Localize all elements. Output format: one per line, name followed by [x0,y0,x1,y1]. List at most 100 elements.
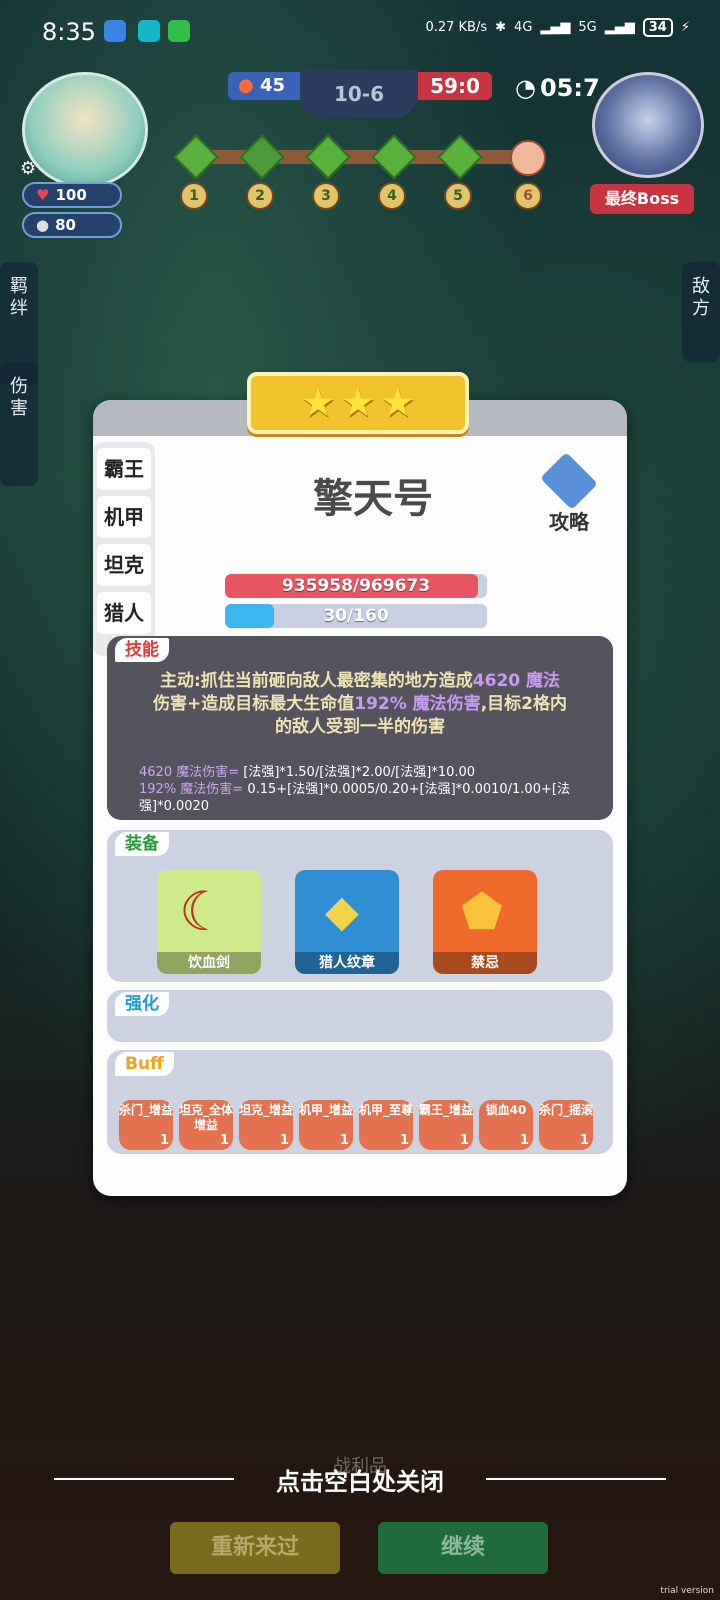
graduation-cap-icon [540,452,598,510]
buff-chip[interactable]: 机甲_增益 1 [299,1100,353,1150]
boss-avatar[interactable] [592,72,704,178]
stage-node-number: 5 [444,182,472,210]
skill-description: 主动:抓住当前砸向敌人最密集的地方造成4620 魔法 伤害+造成目标最大生命值1… [129,670,591,739]
enemy-score: 59:0 [418,72,492,100]
player-hp-value: 100 [55,186,87,204]
buff-chip[interactable]: 杀门_摇滚 1 [539,1100,593,1150]
skill-formula: 4620 魔法伤害= [法强]*1.50/[法强]*2.00/[法强]*10.0… [139,764,589,815]
battery-indicator: 34 [642,18,673,37]
hero-name: 擎天号 [313,476,433,522]
tab-trait-hunter[interactable]: 猎人 [97,592,151,634]
restart-button[interactable]: 重新来过 [170,1522,340,1574]
star-rating: ★ ★ ★ [247,372,469,434]
taptap-icon [138,20,160,42]
buff-count: 1 [579,1133,589,1148]
formula-label: 192% 魔法伤害= [139,782,244,797]
continue-button[interactable]: 继续 [378,1522,548,1574]
trait-tabs: 霸王 机甲 坦克 猎人 [93,442,155,656]
tab-trait-tank[interactable]: 坦克 [97,544,151,586]
buff-count: 1 [219,1133,229,1148]
buff-count: 1 [519,1133,529,1148]
buff-label: Buff [115,1052,174,1076]
enemy-side-tab[interactable]: 敌方 [682,262,720,362]
buff-name: 机甲_至尊 [359,1103,414,1117]
buff-chip[interactable]: 霸王_增益 1 [419,1100,473,1150]
buff-chip[interactable]: 锁血40 1 [479,1100,533,1150]
star-icon: ★ [300,380,337,426]
equipment-item[interactable]: ⬟ 禁忌 [433,870,537,974]
player-avatar[interactable] [22,72,148,188]
buff-chip[interactable]: 坦克_增益 1 [239,1100,293,1150]
buff-count: 1 [159,1133,169,1148]
buff-name: 霸王_增益 [419,1103,474,1117]
stage-node-number: 2 [246,182,274,210]
skill-label: 技能 [115,638,169,662]
final-boss-label: 最终Boss [590,184,694,214]
player-score-value: 45 [260,75,286,96]
buff-name: 锁血40 [485,1103,527,1117]
round-timer: ◔ 05:7 [515,74,600,102]
equipment-section: 装备 ☾ 饮血剑 ◆ 猎人纹章 ⬟ 禁忌 [107,830,613,982]
equipment-name: 猎人纹章 [295,952,399,974]
buff-count: 1 [399,1133,409,1148]
clock-icon: ◔ [515,74,536,102]
equipment-item[interactable]: ☾ 饮血剑 [157,870,261,974]
stage-node-number: 6 [514,182,542,210]
hp-bar: 935958/969673 [225,574,487,598]
formula-label: 4620 魔法伤害= [139,765,240,780]
buff-count: 1 [459,1133,469,1148]
formula-value: [法强]*1.50/[法强]*2.00/[法强]*10.00 [239,765,476,780]
equipment-name: 饮血剑 [157,952,261,974]
tab-trait-bawang[interactable]: 霸王 [97,448,151,490]
blood-sword-icon: ☾ [179,880,228,943]
bond-side-tab-label: 羁绊 [10,276,28,319]
forbidden-gem-icon: ⬟ [461,884,503,940]
hp-text: 935958/969673 [281,576,431,596]
buff-name: 坦克_增益 [239,1103,294,1117]
fire-icon: ● [238,75,254,96]
damage-side-tab[interactable]: 伤害 [0,362,38,486]
player-gold-pill: ● 80 [22,212,122,238]
network-speed: 0.27 KB/s [425,20,488,35]
star-icon: ★ [340,380,376,426]
skill-desc-part: 的敌人受到一半的伤害 [275,717,445,737]
telegram-icon [104,20,126,42]
buff-chip[interactable]: 坦克_全体增益 1 [179,1100,233,1150]
enhance-section: 强化 [107,990,613,1042]
trial-watermark: trial version [660,1586,714,1596]
buff-name: 杀门_增益 [119,1103,174,1117]
mana-bar: 30/160 [225,604,487,628]
signal-4g: 4G [514,20,533,35]
damage-side-tab-label: 伤害 [10,376,28,419]
stage-indicator: 10-6 [300,70,418,118]
buff-chip[interactable]: 杀门_增益 1 [119,1100,173,1150]
tab-trait-mecha[interactable]: 机甲 [97,496,151,538]
skill-desc-value: 4620 魔法 [472,671,561,691]
coin-icon: ● [36,216,50,234]
buff-section: Buff 杀门_增益 1 坦克_全体增益 1 坦克_增益 1 机甲_增益 1 机甲_至尊… [107,1050,613,1154]
buff-count: 1 [279,1133,289,1148]
buff-count: 1 [339,1133,349,1148]
clock: 8:35 [42,18,96,46]
stage-node-number: 4 [378,182,406,210]
enemy-side-tab-label: 敌方 [692,276,710,319]
skill-section: 技能 主动:抓住当前砸向敌人最密集的地方造成4620 魔法 伤害+造成目标最大生… [107,636,613,820]
close-hint: 点击空白处关闭 [276,1468,444,1496]
buff-name: 坦克_全体增益 [179,1103,234,1132]
mana-text: 30/160 [323,606,389,626]
buff-name: 机甲_增益 [299,1103,354,1117]
bluetooth-icon: ✱ [495,20,507,35]
guide-button[interactable]: 攻略 [533,452,605,535]
skill-desc-part: ,目标2格内 [480,694,567,714]
charging-icon: ⚡ [680,20,690,35]
equipment-item[interactable]: ◆ 猎人纹章 [295,870,399,974]
buff-chip[interactable]: 机甲_至尊 1 [359,1100,413,1150]
skill-desc-value: 192% 魔法伤害 [354,694,481,714]
stage-node-number: 3 [312,182,340,210]
settings-gear-icon[interactable]: ⚙ [20,158,36,179]
player-hp-pill: ♥ 100 [22,182,122,208]
equipment-name: 禁忌 [433,952,537,974]
signal-bars-icon: ▂▄▆ [604,20,635,35]
player-score: ● 45 [228,72,300,100]
buff-name: 杀门_摇滚 [539,1103,594,1117]
